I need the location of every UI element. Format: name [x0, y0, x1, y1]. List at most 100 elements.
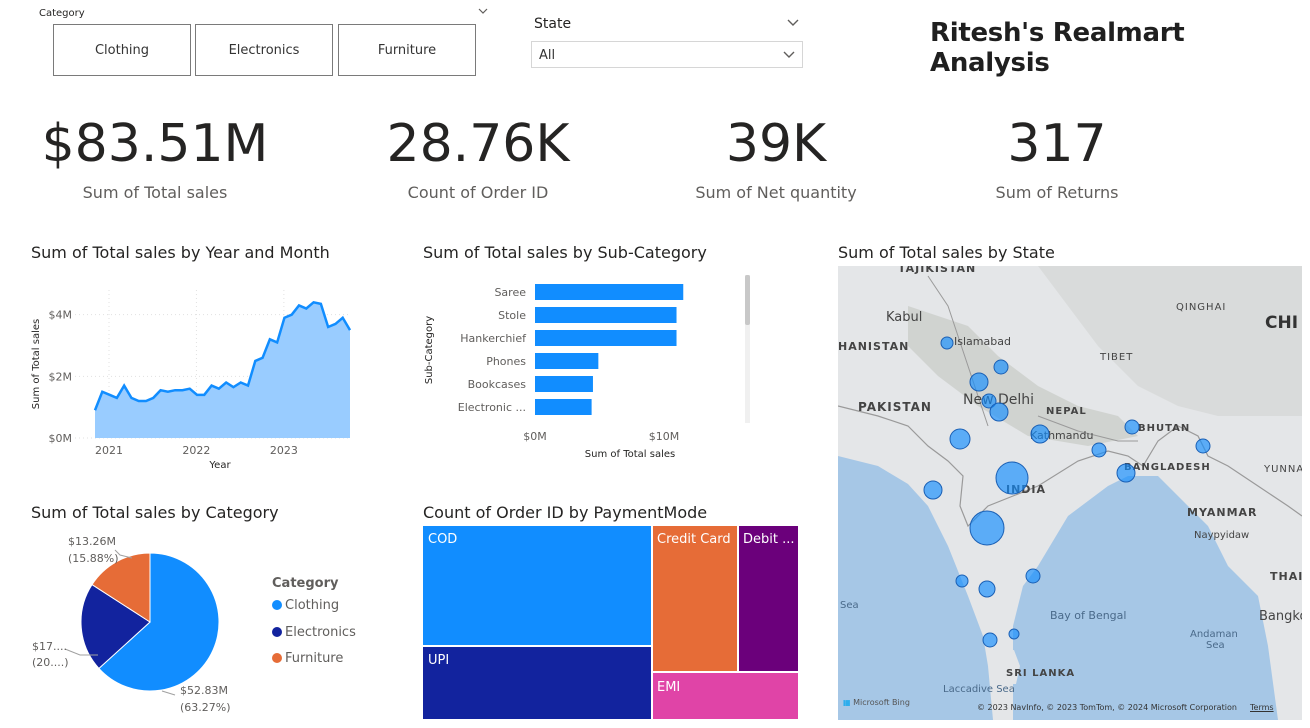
legend-dot: [272, 653, 282, 663]
treemap-cell-debit-card[interactable]: Debit ...: [739, 526, 798, 671]
sales-by-month-chart[interactable]: $0M $2M $4M 2021 2022 2023 Year Sum of Total sa…: [20, 270, 370, 480]
bar-chart-title: Sum of Total sales by Sub-Category: [423, 243, 707, 262]
line-chart-title: Sum of Total sales by Year and Month: [31, 243, 330, 262]
slice-value-label: $17....: [32, 640, 67, 653]
bar[interactable]: [535, 284, 684, 300]
state-bubble[interactable]: [949, 428, 971, 450]
area-fill: [95, 302, 350, 438]
state-bubble[interactable]: [969, 510, 1005, 546]
treemap-cell-credit-card[interactable]: Credit Card: [653, 526, 737, 671]
slice-value-label: $13.26M: [68, 535, 116, 548]
state-bubble[interactable]: [969, 372, 989, 392]
state-slicer-title: State: [534, 16, 572, 32]
x-tick-label: 2023: [270, 444, 298, 457]
map-title: Sum of Total sales by State: [838, 243, 1055, 262]
bar-category-label: Electronic ...: [458, 401, 526, 414]
pie-legend-title: Category: [272, 576, 339, 591]
state-bubble[interactable]: [1195, 438, 1211, 454]
state-bubble[interactable]: [989, 402, 1009, 422]
legend-dot: [272, 627, 282, 637]
legend-item-clothing[interactable]: Clothing: [272, 598, 339, 613]
y-axis-title: Sub-Category: [424, 316, 435, 384]
bar[interactable]: [535, 307, 677, 323]
category-option-furniture[interactable]: Furniture: [338, 24, 476, 76]
legend-item-furniture[interactable]: Furniture: [272, 651, 343, 666]
map-bubbles[interactable]: [838, 266, 1302, 720]
payment-mode-treemap[interactable]: COD UPI Credit Card Debit ... EMI: [423, 526, 798, 719]
kpi-net-quantity-label: Sum of Net quantity: [695, 183, 857, 202]
category-option-electronics[interactable]: Electronics: [195, 24, 333, 76]
kpi-order-count-label: Count of Order ID: [407, 183, 549, 202]
report-title: Ritesh's Realmart Analysis: [930, 18, 1185, 78]
kpi-total-sales-label: Sum of Total sales: [82, 183, 228, 202]
slice-percent-label: (20....): [32, 656, 69, 669]
treemap-title: Count of Order ID by PaymentMode: [423, 503, 708, 522]
legend-label: Furniture: [285, 651, 344, 666]
x-axis-title: Sum of Total sales: [585, 449, 675, 460]
state-bubble[interactable]: [982, 632, 998, 648]
category-option-clothing[interactable]: Clothing: [53, 24, 191, 76]
leader-line: [161, 690, 176, 696]
state-bubble[interactable]: [1091, 442, 1107, 458]
scrollbar-thumb[interactable]: [745, 275, 750, 325]
sales-by-subcategory-chart[interactable]: Saree Stole Hankerchief Phones Bookcases Elec…: [415, 270, 760, 465]
treemap-cell-upi[interactable]: UPI: [423, 647, 651, 719]
state-dropdown-value: All: [539, 48, 556, 63]
chevron-down-icon[interactable]: [477, 6, 489, 16]
y-axis-title: Sum of Total sales: [31, 319, 42, 409]
bar[interactable]: [535, 376, 593, 392]
state-bubble[interactable]: [993, 359, 1009, 375]
pie-chart-title: Sum of Total sales by Category: [31, 503, 279, 522]
state-bubble[interactable]: [940, 336, 954, 350]
chevron-down-icon[interactable]: [786, 17, 800, 29]
slice-percent-label: (15.88%): [68, 552, 119, 565]
x-tick-label: $10M: [649, 430, 680, 443]
bar[interactable]: [535, 353, 599, 369]
bar-category-label: Bookcases: [468, 378, 527, 391]
state-bubble[interactable]: [923, 480, 943, 500]
state-bubble[interactable]: [1025, 568, 1041, 584]
kpi-total-sales-value: $83.51M: [41, 114, 269, 174]
x-tick-label: 2022: [182, 444, 210, 457]
kpi-net-quantity-value: 39K: [725, 114, 827, 174]
legend-dot: [272, 600, 282, 610]
state-bubble[interactable]: [1124, 419, 1140, 435]
bar-category-label: Saree: [494, 286, 526, 299]
slice-percent-label: (63.27%): [180, 701, 231, 714]
treemap-label: Credit Card: [657, 532, 731, 547]
chevron-down-icon: [783, 51, 795, 58]
bar-category-label: Stole: [498, 309, 526, 322]
bar-category-label: Hankerchief: [460, 332, 527, 345]
treemap-label: EMI: [657, 680, 681, 695]
kpi-order-count-value: 28.76K: [386, 114, 570, 174]
y-tick-label: $2M: [49, 370, 73, 383]
treemap-cell-emi[interactable]: EMI: [653, 673, 798, 719]
legend-label: Clothing: [285, 598, 340, 613]
state-bubble[interactable]: [1116, 463, 1136, 483]
slice-value-label: $52.83M: [180, 684, 228, 697]
legend-item-electronics[interactable]: Electronics: [272, 625, 356, 640]
category-slicer-title: Category: [39, 8, 85, 19]
state-dropdown[interactable]: All: [531, 41, 803, 68]
treemap-label: UPI: [428, 653, 450, 668]
treemap-cell-cod[interactable]: COD: [423, 526, 651, 645]
kpi-returns-value: 317: [1007, 114, 1107, 174]
treemap-label: COD: [428, 532, 458, 547]
state-bubble[interactable]: [1030, 424, 1050, 444]
x-tick-label: $0M: [523, 430, 547, 443]
bar-category-label: Phones: [486, 355, 526, 368]
state-bubble[interactable]: [978, 580, 996, 598]
bar[interactable]: [535, 399, 592, 415]
bar[interactable]: [535, 330, 677, 346]
sales-by-category-chart[interactable]: $52.83M (63.27%) $17.... (20....) $13.26M (15…: [20, 525, 270, 725]
x-axis-title: Year: [208, 460, 231, 471]
y-tick-label: $0M: [49, 432, 73, 445]
treemap-label: Debit ...: [743, 532, 795, 547]
state-bubble[interactable]: [955, 574, 969, 588]
state-bubble[interactable]: [995, 461, 1029, 495]
kpi-returns-label: Sum of Returns: [995, 183, 1119, 202]
y-tick-label: $4M: [49, 309, 73, 322]
legend-label: Electronics: [285, 625, 356, 640]
sales-by-state-map[interactable]: TAJIKISTAN QINGHAI Kabul CHI HANISTAN Is…: [838, 266, 1302, 720]
state-bubble[interactable]: [1008, 628, 1020, 640]
